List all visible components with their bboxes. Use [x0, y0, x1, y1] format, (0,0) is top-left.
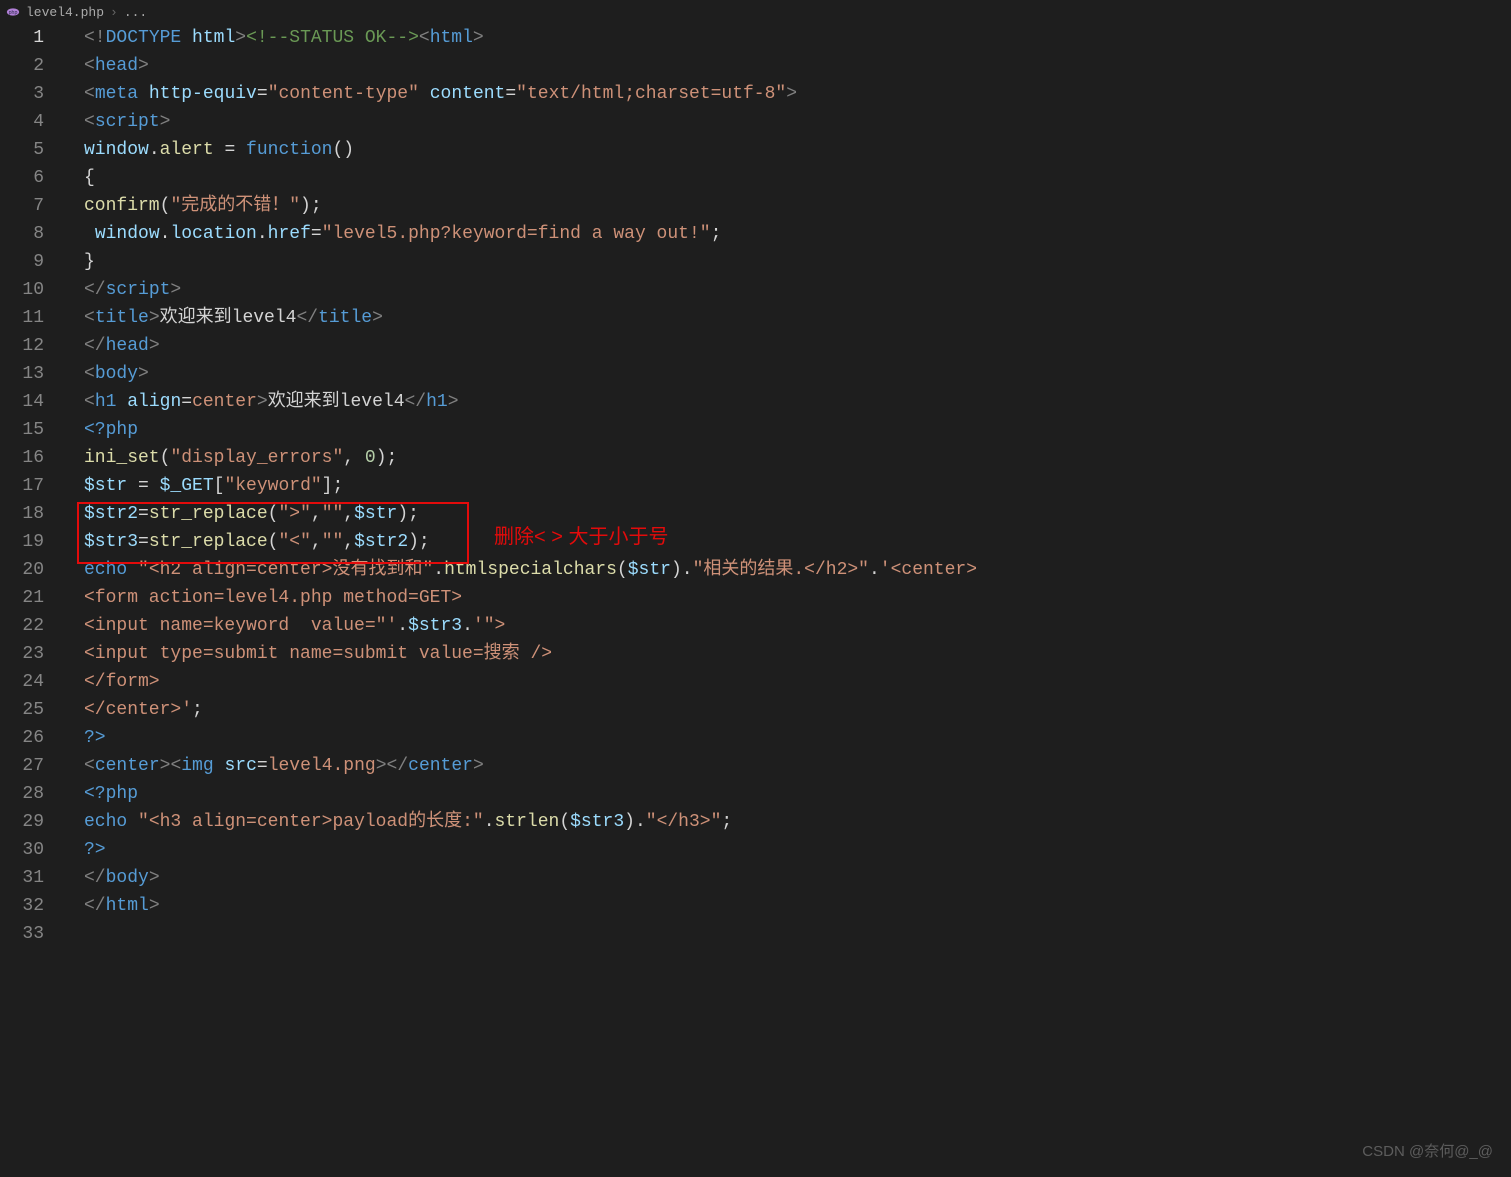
line-number: 7 — [0, 192, 62, 220]
code-line[interactable]: <input type=submit name=submit value=搜索 … — [84, 640, 1511, 668]
line-number: 8 — [0, 220, 62, 248]
code-line[interactable] — [84, 920, 1511, 948]
php-file-icon: php — [6, 5, 20, 19]
code-line[interactable]: echo "<h3 align=center>payload的长度:".strl… — [84, 808, 1511, 836]
code-line[interactable]: echo "<h2 align=center>没有找到和".htmlspecia… — [84, 556, 1511, 584]
line-number: 33 — [0, 920, 62, 948]
line-number: 10 — [0, 276, 62, 304]
code-line[interactable]: <title>欢迎来到level4</title> — [84, 304, 1511, 332]
code-line[interactable]: <input name=keyword value="'.$str3.'"> — [84, 612, 1511, 640]
code-line[interactable]: <?php — [84, 780, 1511, 808]
code-line[interactable]: $str = $_GET["keyword"]; — [84, 472, 1511, 500]
tab-filename[interactable]: level4.php — [26, 5, 104, 20]
line-number: 14 — [0, 388, 62, 416]
line-number: 30 — [0, 836, 62, 864]
code-line[interactable]: <?php — [84, 416, 1511, 444]
line-number: 4 — [0, 108, 62, 136]
code-line[interactable]: ini_set("display_errors", 0); — [84, 444, 1511, 472]
code-line[interactable]: ?> — [84, 836, 1511, 864]
code-line[interactable]: $str3=str_replace("<","",$str2); — [84, 528, 1511, 556]
svg-text:php: php — [9, 10, 18, 16]
line-number: 6 — [0, 164, 62, 192]
line-number: 11 — [0, 304, 62, 332]
code-lines[interactable]: <!DOCTYPE html><!--STATUS OK--><html> <h… — [84, 24, 1511, 948]
line-number: 20 — [0, 556, 62, 584]
code-line[interactable]: </body> — [84, 864, 1511, 892]
line-number: 12 — [0, 332, 62, 360]
watermark: CSDN @奈何@_@ — [1362, 1140, 1493, 1161]
code-line[interactable]: } — [84, 248, 1511, 276]
line-number: 16 — [0, 444, 62, 472]
code-line[interactable]: confirm("完成的不错！"); — [84, 192, 1511, 220]
code-editor: php level4.php › ... 1 2 3 4 5 6 7 8 9 1… — [0, 0, 1511, 1177]
line-number: 13 — [0, 360, 62, 388]
breadcrumb[interactable]: ... — [124, 5, 147, 20]
line-number: 22 — [0, 612, 62, 640]
code-line[interactable]: </head> — [84, 332, 1511, 360]
line-number: 19 — [0, 528, 62, 556]
code-line[interactable]: <body> — [84, 360, 1511, 388]
code-line[interactable]: <meta http-equiv="content-type" content=… — [84, 80, 1511, 108]
breadcrumb-sep: › — [110, 5, 118, 20]
code-line[interactable]: <center><img src=level4.png></center> — [84, 752, 1511, 780]
code-line[interactable]: <head> — [84, 52, 1511, 80]
tab-bar: php level4.php › ... — [0, 0, 1511, 24]
line-number: 3 — [0, 80, 62, 108]
annotation-text: 删除< > 大于小于号 — [494, 520, 668, 549]
line-number: 31 — [0, 864, 62, 892]
line-number: 25 — [0, 696, 62, 724]
line-number: 29 — [0, 808, 62, 836]
line-number: 28 — [0, 780, 62, 808]
line-number: 32 — [0, 892, 62, 920]
line-number: 5 — [0, 136, 62, 164]
code-line[interactable]: <h1 align=center>欢迎来到level4</h1> — [84, 388, 1511, 416]
code-line[interactable]: <form action=level4.php method=GET> — [84, 584, 1511, 612]
line-number: 9 — [0, 248, 62, 276]
line-number: 24 — [0, 668, 62, 696]
code-area[interactable]: 1 2 3 4 5 6 7 8 9 10 11 12 13 14 15 16 1… — [0, 24, 1511, 948]
line-number: 26 — [0, 724, 62, 752]
code-line[interactable]: <!DOCTYPE html><!--STATUS OK--><html> — [84, 24, 1511, 52]
line-number: 17 — [0, 472, 62, 500]
code-line[interactable]: <script> — [84, 108, 1511, 136]
line-number: 21 — [0, 584, 62, 612]
line-number: 23 — [0, 640, 62, 668]
line-number: 2 — [0, 52, 62, 80]
code-line[interactable]: window.location.href="level5.php?keyword… — [84, 220, 1511, 248]
code-line[interactable]: </center>'; — [84, 696, 1511, 724]
code-line[interactable]: </script> — [84, 276, 1511, 304]
line-number-gutter: 1 2 3 4 5 6 7 8 9 10 11 12 13 14 15 16 1… — [0, 24, 62, 948]
code-line[interactable]: window.alert = function() — [84, 136, 1511, 164]
line-number: 15 — [0, 416, 62, 444]
code-line[interactable]: $str2=str_replace(">","",$str); — [84, 500, 1511, 528]
code-line[interactable]: { — [84, 164, 1511, 192]
line-number: 27 — [0, 752, 62, 780]
line-number: 18 — [0, 500, 62, 528]
code-line[interactable]: </form> — [84, 668, 1511, 696]
code-line[interactable]: </html> — [84, 892, 1511, 920]
code-line[interactable]: ?> — [84, 724, 1511, 752]
line-number: 1 — [0, 24, 62, 52]
